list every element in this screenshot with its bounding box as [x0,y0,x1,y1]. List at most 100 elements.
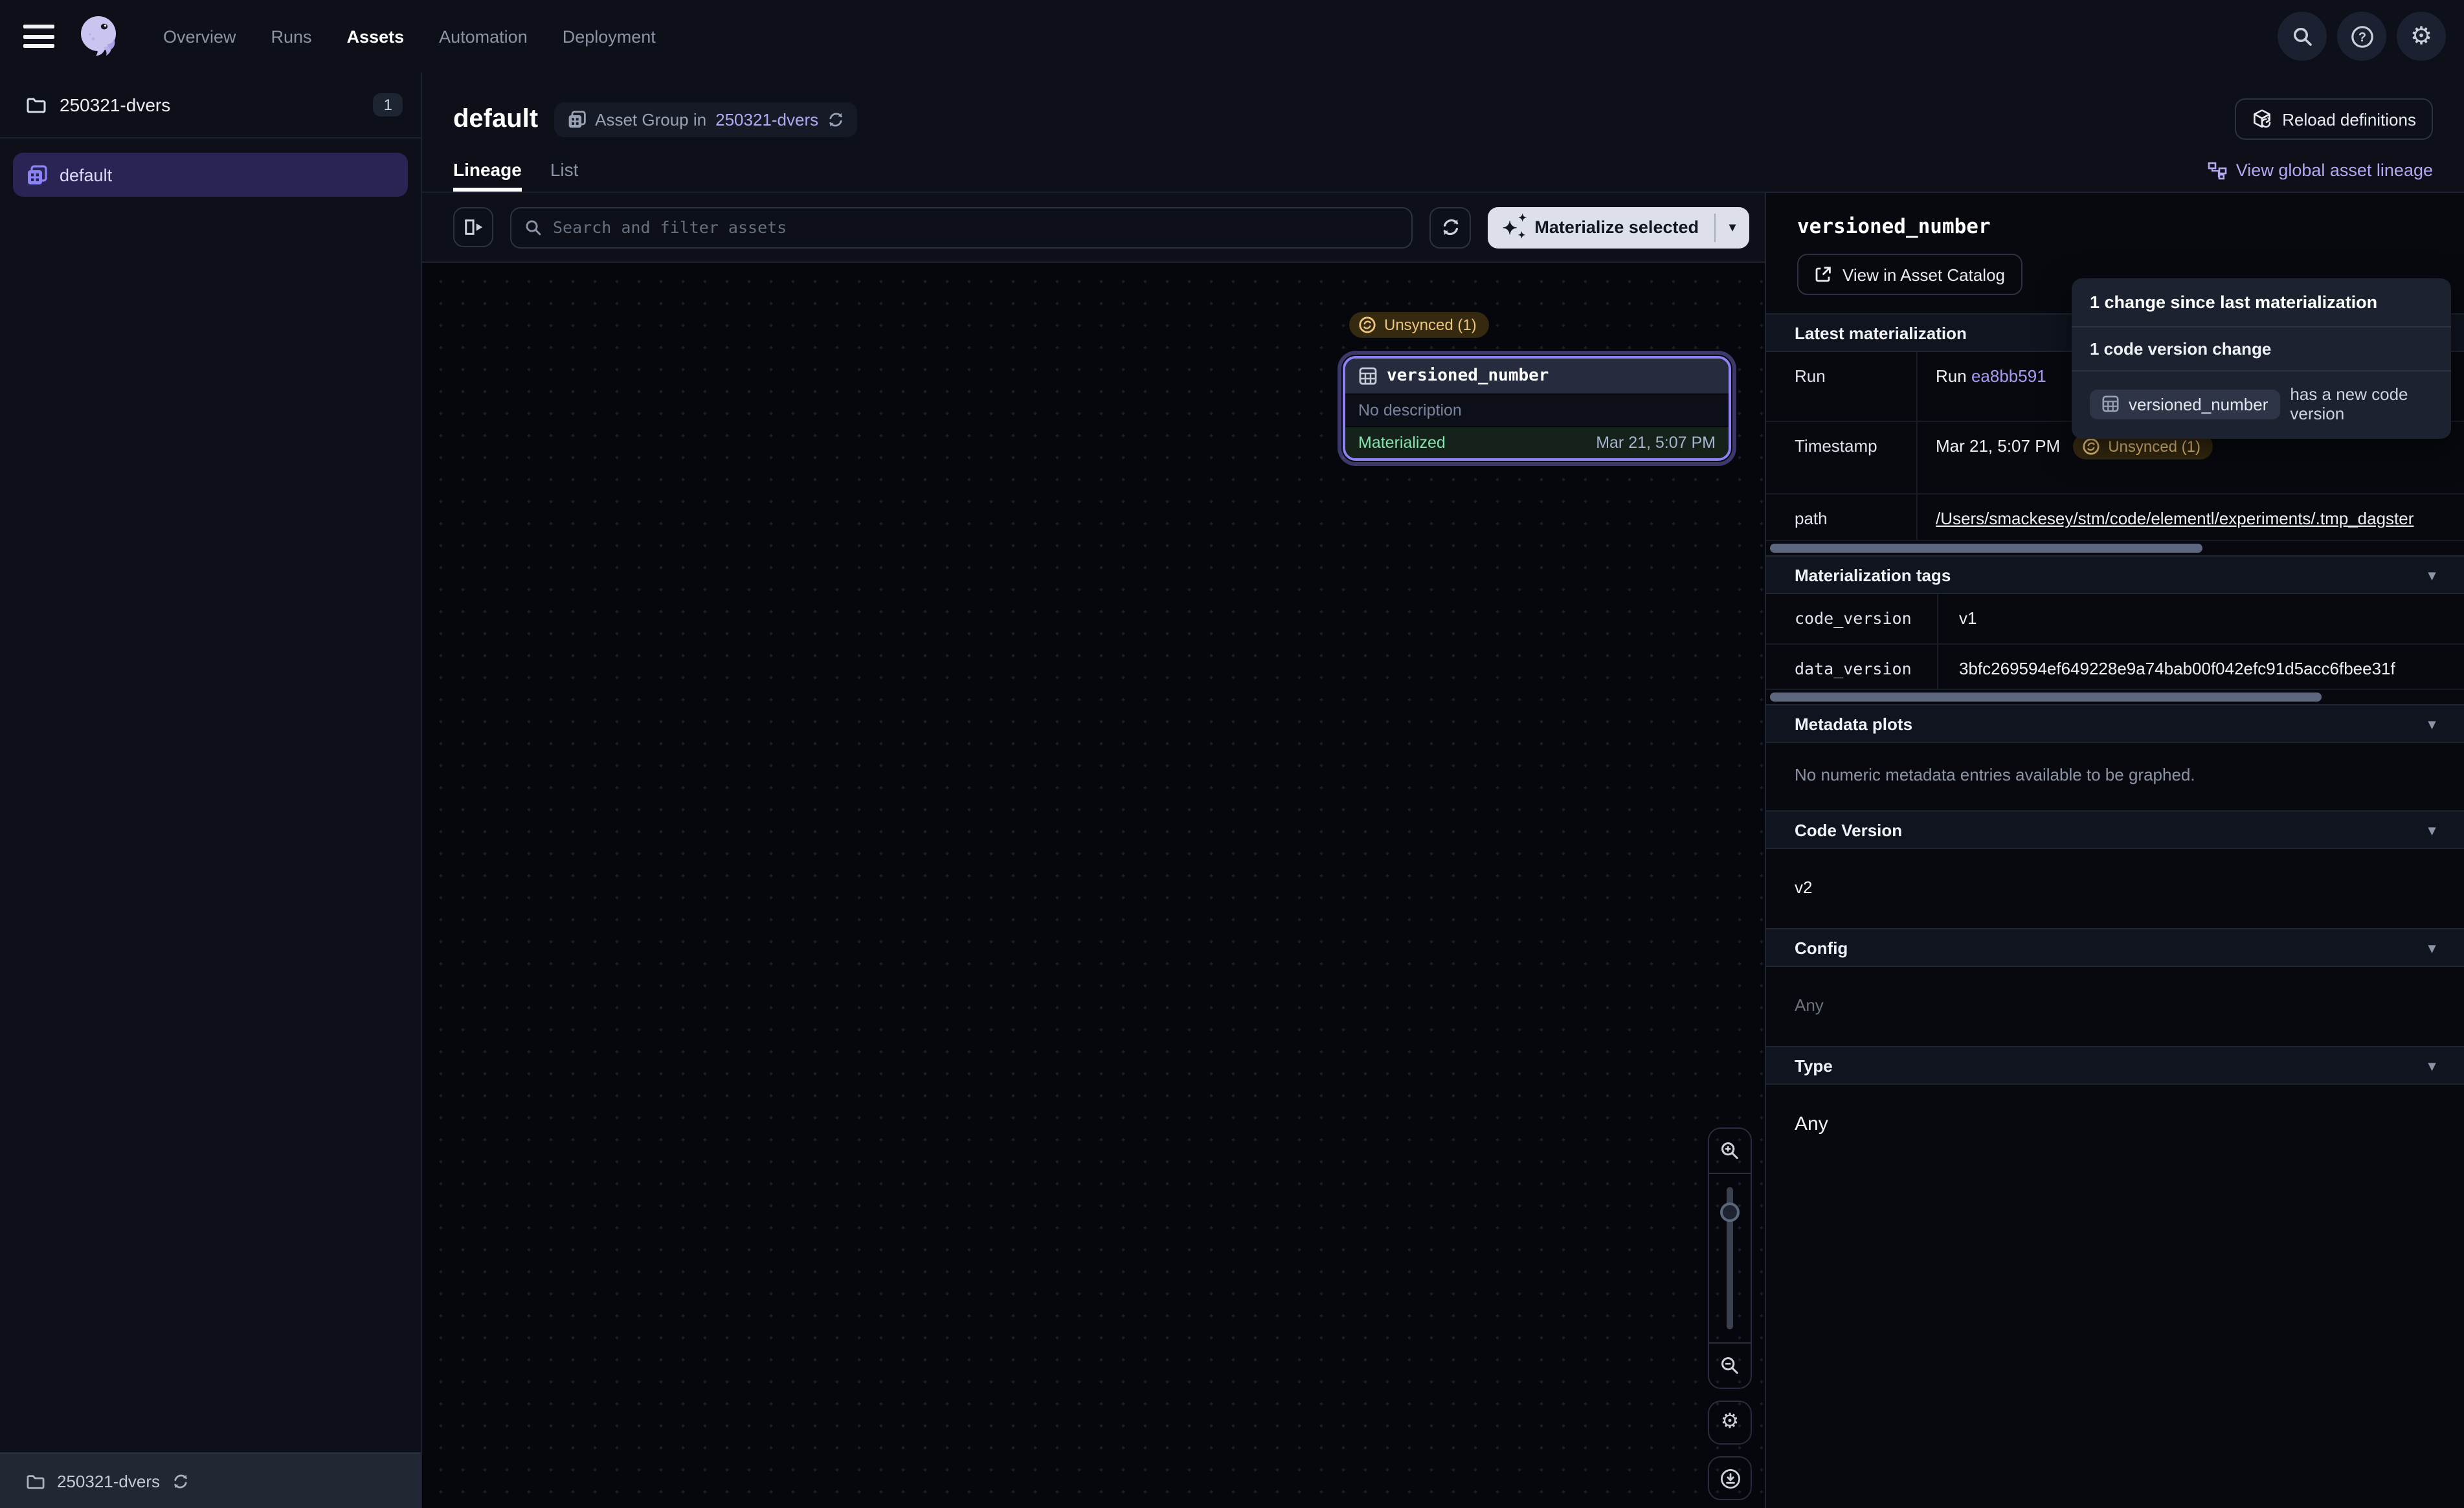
asset-node-name: versioned_number [1387,366,1549,386]
sidebar-group-row[interactable]: 250321-dvers 1 [0,72,421,139]
sidebar-item-label: default [60,165,112,184]
table-asset-icon [2101,395,2120,413]
zoom-slider[interactable] [1709,1173,1751,1344]
dagster-logo-icon[interactable] [73,10,124,62]
section-config[interactable]: Config ▾ [1766,928,2464,967]
app-root: Overview Runs Assets Automation Deployme… [0,0,2464,1508]
gear-icon: ⚙ [2410,24,2432,49]
nav-deployment[interactable]: Deployment [563,27,656,46]
section-code-version[interactable]: Code Version ▾ [1766,810,2464,849]
unsynced-badge-label: Unsynced (1) [1384,316,1477,334]
tooltip-asset-pill[interactable]: versioned_number [2090,389,2279,419]
search-input[interactable] [553,217,1398,237]
nav-assets[interactable]: Assets [347,27,405,46]
search-icon [524,218,543,236]
config-value: Any [1766,967,2464,1046]
folder-icon [26,96,47,114]
tab-lineage[interactable]: Lineage [453,159,522,192]
graph-settings-button[interactable]: ⚙ [1708,1401,1752,1445]
materialize-selected-button[interactable]: ✦ ✦ ✦ Materialize selected [1488,206,1714,248]
code-location-footer[interactable]: 250321-dvers [0,1452,421,1508]
path-link[interactable]: /Users/smackesey/stm/code/elementl/exper… [1936,509,2414,528]
lineage-graph-icon [2208,161,2227,179]
reload-cube-icon [2251,109,2272,129]
sidebar-group-count-badge: 1 [374,93,403,116]
view-in-asset-catalog-button[interactable]: View in Asset Catalog [1797,254,2022,295]
asset-group-badge-link[interactable]: 250321-dvers [715,109,818,129]
section-type-label: Type [1795,1056,1833,1075]
search-button[interactable] [2278,12,2327,61]
view-in-asset-catalog-label: View in Asset Catalog [1842,265,2005,284]
lineage-toolbar: ✦ ✦ ✦ Materialize selected ▾ [422,193,1765,263]
sync-status-icon [1358,316,1376,334]
zoom-in-button[interactable] [1709,1129,1751,1173]
asset-group-icon [26,164,48,186]
help-button[interactable]: ? [2337,12,2386,61]
asset-node-timestamp: Mar 21, 5:07 PM [1596,434,1716,452]
table-asset-icon [1358,366,1378,386]
chevron-down-icon[interactable]: ▾ [2428,939,2436,956]
sidebar-item-default[interactable]: default [13,153,408,197]
section-materialization-tags-label: Materialization tags [1795,565,1951,584]
refresh-graph-button[interactable] [1429,206,1471,248]
metadata-empty-message: No numeric metadata entries available to… [1766,743,2464,810]
chevron-down-icon[interactable]: ▾ [2428,1057,2436,1074]
caret-down-icon: ▾ [1729,219,1736,236]
asset-groups-sidebar: 250321-dvers 1 default 250321-dvers [0,72,422,1508]
materialize-selected-label: Materialize selected [1534,217,1699,237]
asset-group-badge[interactable]: Asset Group in 250321-dvers [554,102,857,137]
unsynced-badge[interactable]: Unsynced (1) [1349,312,1490,338]
timestamp-value: Mar 21, 5:07 PM [1936,436,2060,456]
asset-group-icon [566,109,586,129]
menu-icon[interactable] [23,25,54,48]
download-graph-button[interactable] [1708,1456,1752,1500]
chevron-down-icon[interactable]: ▾ [2428,566,2436,583]
nav-automation[interactable]: Automation [439,27,528,46]
tooltip-text: has a new code version [2290,384,2433,423]
code-version-value: v2 [1766,849,2464,928]
reload-definitions-label: Reload definitions [2282,109,2416,129]
section-materialization-tags[interactable]: Materialization tags ▾ [1766,555,2464,594]
path-label: path [1766,494,1918,540]
chevron-down-icon[interactable]: ▾ [2428,715,2436,732]
scrollbar-thumb[interactable] [1770,544,2202,553]
tag-row-data-version: data_version 3bfc269594ef649228e9a74bab0… [1766,645,2464,690]
sync-icon [172,1472,188,1489]
zoom-slider-knob[interactable] [1720,1203,1740,1222]
section-code-version-label: Code Version [1795,820,1902,839]
timestamp-label: Timestamp [1766,422,1918,493]
external-link-icon [1814,265,1832,283]
materialize-options-dropdown[interactable]: ▾ [1716,206,1749,248]
tab-list[interactable]: List [550,159,579,192]
topbar-actions: ? ⚙ [2278,12,2446,61]
changes-tooltip: 1 change since last materialization 1 co… [2072,278,2451,439]
scrollbar-thumb[interactable] [1770,693,2322,702]
zoom-out-button[interactable] [1709,1344,1751,1388]
section-metadata-plots[interactable]: Metadata plots ▾ [1766,704,2464,743]
nav-runs[interactable]: Runs [271,27,312,46]
nav-overview[interactable]: Overview [163,27,236,46]
view-global-asset-lineage-label: View global asset lineage [2236,161,2433,180]
svg-text:?: ? [2358,30,2366,44]
folder-icon [26,1472,45,1489]
gear-icon: ⚙ [1721,1412,1740,1433]
graph-zoom-controls: ⚙ [1708,1127,1752,1500]
materialize-selected-split-button: ✦ ✦ ✦ Materialize selected ▾ [1488,206,1749,248]
chevron-down-icon[interactable]: ▾ [2428,821,2436,838]
section-type[interactable]: Type ▾ [1766,1046,2464,1085]
run-id-link[interactable]: ea8bb591 [1971,366,2046,386]
sync-icon [827,111,844,128]
tag-key: data_version [1766,645,1938,689]
view-tabs: Lineage List View global asset lineage [422,140,2464,192]
asset-group-badge-prefix: Asset Group in [595,109,706,129]
settings-button[interactable]: ⚙ [2397,12,2446,61]
run-prefix: Run [1936,366,1967,386]
lineage-graph-canvas[interactable]: Unsynced (1) [422,263,1765,1508]
refresh-icon [1440,217,1460,237]
reload-definitions-button[interactable]: Reload definitions [2234,98,2433,140]
expand-panel-button[interactable] [453,207,493,247]
view-global-asset-lineage-link[interactable]: View global asset lineage [2208,161,2433,192]
zoom-out-icon [1719,1355,1740,1376]
tooltip-subtitle: 1 code version change [2072,327,2451,371]
asset-node-versioned-number[interactable]: versioned_number No description Material… [1343,356,1731,461]
